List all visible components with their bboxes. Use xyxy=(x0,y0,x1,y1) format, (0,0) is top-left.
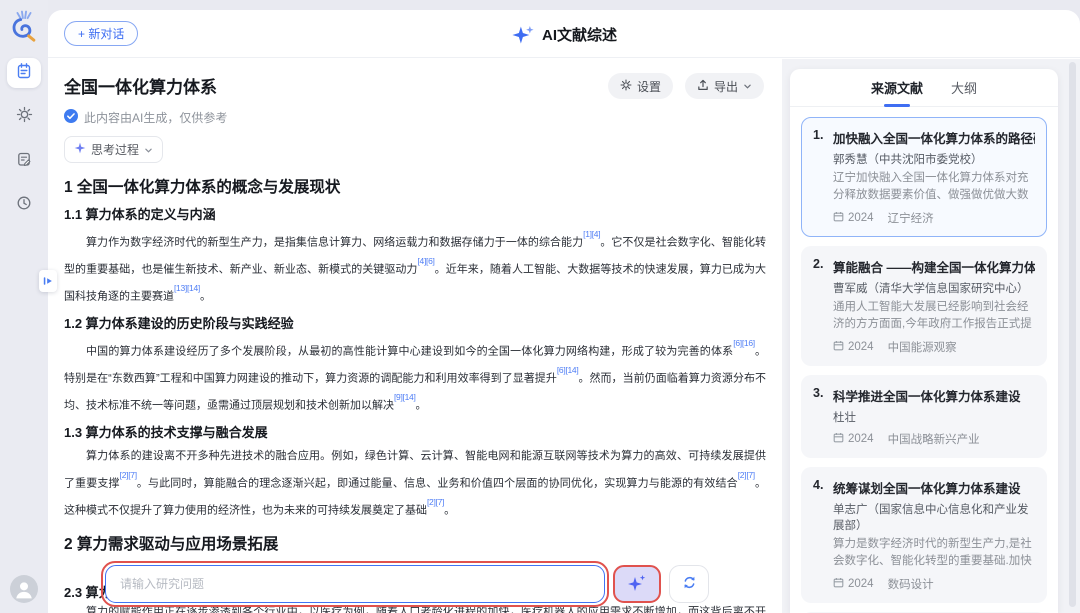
doc-paragraph: 算力作为数字经济时代的新型生产力，是指集信息计算力、网络运载力和数据存储力于一体… xyxy=(64,229,766,303)
item-abstract: 通用人工智能大发展已经影响到社会经济的方方面面,今年政府工作报告正式提出开展“人… xyxy=(833,301,1032,330)
item-number: 3. xyxy=(813,386,824,400)
export-button[interactable]: 导出 xyxy=(684,73,764,99)
clock-icon xyxy=(16,195,32,216)
settings-label: 设置 xyxy=(636,79,661,94)
gear-icon xyxy=(620,79,632,94)
gear-icon xyxy=(16,106,33,128)
item-year: 2024 xyxy=(848,212,874,224)
refresh-icon xyxy=(681,574,698,594)
app-title-text: AI文献综述 xyxy=(541,26,617,44)
left-rail xyxy=(0,0,48,613)
doc-paragraph: 算力体系的建设离不开多种先进技术的融合应用。例如，绿色计算、云计算、智能电网和能… xyxy=(64,450,767,517)
item-year: 2024 xyxy=(848,578,874,590)
literature-item[interactable]: 3. 科学推进全国一体化算力体系建设 杜壮 2024 中国战略新兴产业 xyxy=(801,375,1047,458)
sources-panel: 来源文献 大纲 1. 加快融入全国一体化算力体系的路径研究 郭秀慧（中共沈阳市委… xyxy=(790,69,1058,613)
sparkle-icon xyxy=(74,142,86,157)
item-author: 杜壮 xyxy=(833,412,856,424)
item-year: 2024 xyxy=(848,433,874,445)
document-body: 1 全国一体化算力体系的概念与发展现状 1.1 算力体系的定义与内涵 算力作为数… xyxy=(48,163,782,555)
notebook-icon xyxy=(15,62,33,85)
ai-disclaimer: 此内容由AI生成，仅供参考 xyxy=(84,111,228,125)
doc-subheading: 1.1 算力体系的定义与内涵 xyxy=(64,207,216,222)
calendar-icon xyxy=(833,211,844,225)
chevron-down-icon xyxy=(743,79,752,93)
check-circle-icon xyxy=(64,109,78,126)
item-source: 数码设计 xyxy=(887,579,934,591)
literature-item[interactable]: 2. 算能融合 ——构建全国一体化算力体系的基石 曹军威（清华大学信息国家研究中… xyxy=(801,246,1047,366)
item-source: 中国战略新兴产业 xyxy=(887,434,980,446)
item-abstract: 辽宁加快融入全国一体化算力体系对充分释放数据要素价值、做强做优做大数字经济、加快… xyxy=(833,172,1029,201)
rail-item-settings[interactable] xyxy=(7,102,41,132)
doc-paragraph: 中国的算力体系建设经历了多个发展阶段，从最初的高性能计算中心建设到如今的全国一体… xyxy=(64,338,767,412)
regenerate-button[interactable] xyxy=(669,565,709,603)
calendar-icon xyxy=(833,432,844,446)
sources-tabs: 来源文献 大纲 xyxy=(790,69,1058,107)
item-title: 科学推进全国一体化算力体系建设 xyxy=(833,390,1021,404)
thinking-process-toggle[interactable]: 思考过程 xyxy=(64,136,164,163)
calendar-icon xyxy=(833,577,844,591)
sources-region: 来源文献 大纲 1. 加快融入全国一体化算力体系的路径研究 郭秀慧（中共沈阳市委… xyxy=(782,59,1080,613)
calendar-icon xyxy=(833,340,844,354)
document-panel: 全国一体化算力体系 设置 导出 此内容由AI生成，仅供参考 思考过程 1 全国一… xyxy=(48,59,782,613)
literature-list: 1. 加快融入全国一体化算力体系的路径研究 郭秀慧（中共沈阳市委党校） 辽宁加快… xyxy=(790,107,1058,613)
item-number: 1. xyxy=(813,128,824,142)
literature-item[interactable]: 4. 统筹谋划全国一体化算力体系建设 单志广（国家信息中心信息化和产业发展部） … xyxy=(801,467,1047,603)
doc-heading: 1 全国一体化算力体系的概念与发展现状 xyxy=(64,179,341,196)
app-logo-deer-icon xyxy=(9,10,39,44)
item-author: 郭秀慧（中共沈阳市委党校） xyxy=(833,154,983,166)
settings-button[interactable]: 设置 xyxy=(607,73,673,99)
item-abstract: 算力是数字经济时代的新型生产力,是社会数字化、智能化转型的重要基础.加快算力建设… xyxy=(833,538,1032,567)
chevron-down-icon xyxy=(144,143,153,157)
item-number: 2. xyxy=(813,257,824,271)
item-title: 算能融合 ——构建全国一体化算力体系的基石 xyxy=(833,261,1035,275)
doc-heading: 2 算力需求驱动与应用场景拓展 xyxy=(64,535,279,553)
user-avatar[interactable] xyxy=(10,575,38,603)
item-source: 辽宁经济 xyxy=(887,213,934,225)
sparkle-icon xyxy=(627,574,647,595)
page-scrollbar[interactable] xyxy=(1069,62,1076,607)
item-title: 统筹谋划全国一体化算力体系建设 xyxy=(833,482,1021,496)
literature-item[interactable]: 1. 加快融入全国一体化算力体系的路径研究 郭秀慧（中共沈阳市委党校） 辽宁加快… xyxy=(801,117,1047,237)
note-pen-icon xyxy=(16,151,32,172)
tab-source-literature[interactable]: 来源文献 xyxy=(871,69,923,107)
panel-expand-handle[interactable] xyxy=(39,270,57,292)
export-icon xyxy=(697,79,709,94)
item-author: 曹军威（清华大学信息国家研究中心） xyxy=(833,283,1029,295)
item-year: 2024 xyxy=(848,341,874,353)
research-question-input[interactable] xyxy=(105,565,605,603)
app-title: AI文献综述 xyxy=(48,10,1080,58)
rail-item-notes[interactable] xyxy=(7,58,41,88)
item-source: 中国能源观察 xyxy=(887,342,957,354)
item-title: 加快融入全国一体化算力体系的路径研究 xyxy=(833,132,1035,146)
item-number: 4. xyxy=(813,478,824,492)
rail-item-feedback[interactable] xyxy=(7,146,41,176)
rail-item-history[interactable] xyxy=(7,190,41,220)
app-window: + 新对话 AI文献综述 全国一体化算力体系 设置 导出 此内容由AI生成，仅供… xyxy=(48,10,1080,613)
tab-outline[interactable]: 大纲 xyxy=(951,69,977,107)
thinking-label: 思考过程 xyxy=(91,143,140,157)
doc-subheading: 1.2 算力体系建设的历史阶段与实践经验 xyxy=(64,316,294,332)
app-header: + 新对话 AI文献综述 xyxy=(48,10,1080,58)
new-chat-button[interactable]: + 新对话 xyxy=(64,21,139,46)
item-author: 单志广（国家信息中心信息化和产业发展部） xyxy=(833,504,1029,532)
document-title: 全国一体化算力体系 xyxy=(64,78,217,97)
generate-button[interactable] xyxy=(613,565,661,603)
composer-bar xyxy=(101,561,709,607)
doc-subheading: 1.3 算力体系的技术支撑与融合发展 xyxy=(64,425,268,441)
sparkle-logo-icon xyxy=(511,25,535,44)
export-label: 导出 xyxy=(713,79,738,94)
